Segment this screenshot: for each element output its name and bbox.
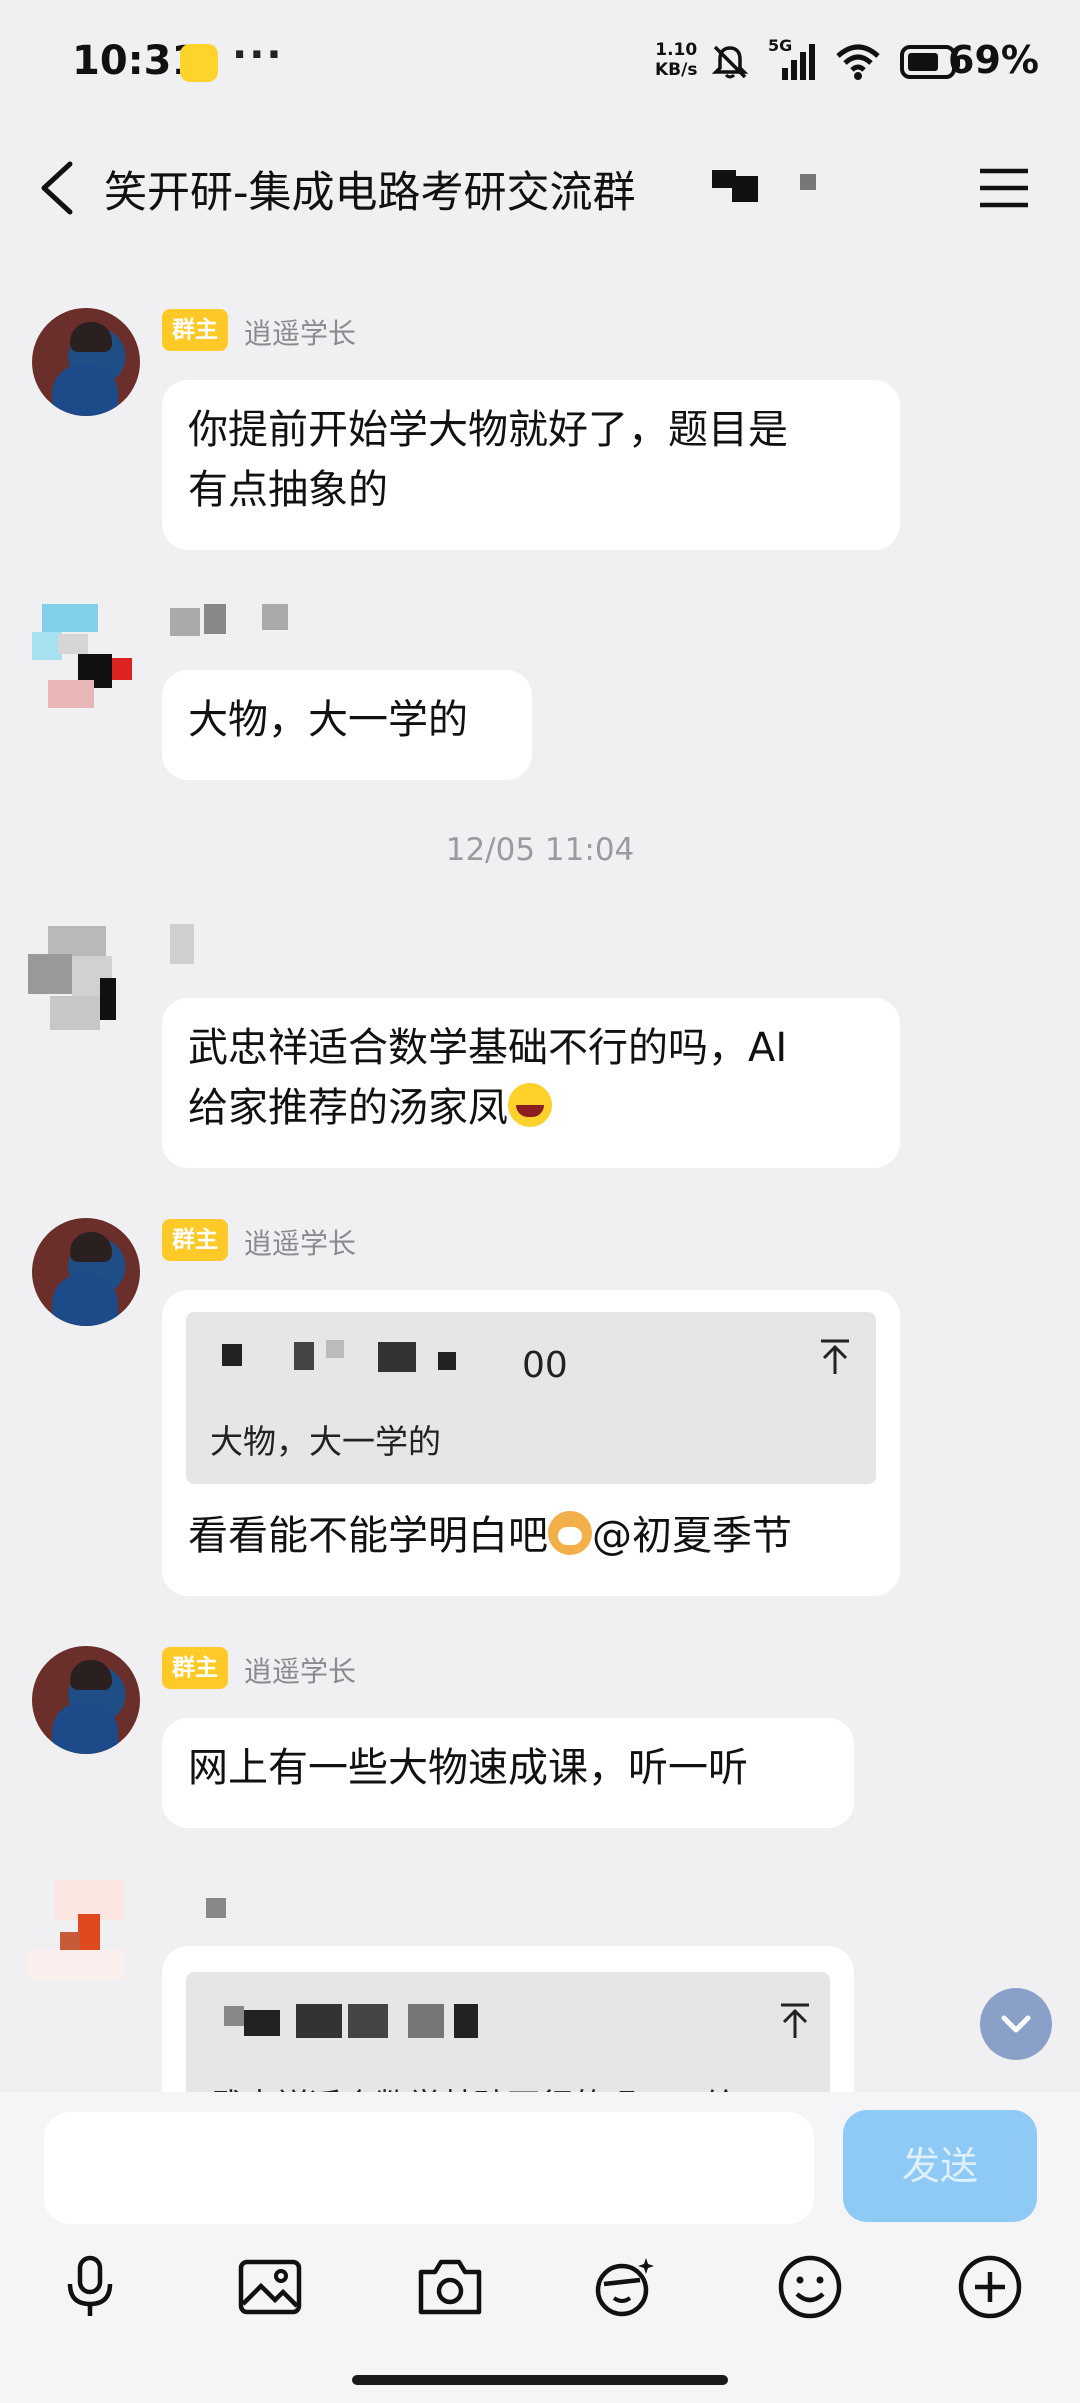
avatar-pixel — [48, 926, 106, 956]
message-text-line: 武忠祥适合数学基础不行的吗，AI — [188, 1025, 788, 1071]
send-button[interactable]: 发送 — [843, 2110, 1037, 2222]
avatar-pixel — [78, 1914, 100, 1954]
sticker-icon[interactable] — [590, 2252, 660, 2322]
message-text-line: 你提前开始学大物就好了，题目是 — [188, 407, 788, 453]
network-speed-value: 1.10 — [655, 40, 698, 60]
avatar[interactable] — [28, 600, 136, 708]
message-timestamp: 12/05 11:04 — [445, 832, 635, 868]
image-icon[interactable] — [235, 2252, 305, 2322]
avatar-pixel — [58, 634, 88, 654]
composer: 发送 — [0, 2092, 1080, 2403]
avatar[interactable] — [28, 926, 136, 1034]
avatar-pixel — [28, 954, 72, 994]
avatar-hair — [70, 322, 112, 352]
avatar-pixel — [50, 996, 100, 1030]
avatar-pixel — [112, 658, 132, 680]
owner-badge: 群主 — [162, 1647, 228, 1689]
chevron-down-icon — [1001, 2015, 1031, 2033]
status-bar: 10:31 ··· 1.10 KB/s 5G 69% — [0, 0, 1080, 130]
avatar-pixel — [100, 978, 116, 1020]
more-notifications-icon: ··· — [232, 32, 284, 78]
sender-name[interactable]: 逍遥学长 — [244, 1650, 356, 1690]
quoted-message[interactable]: 00 大物，大一学的 — [186, 1312, 876, 1484]
avatar-hair — [70, 1232, 112, 1262]
home-indicator[interactable] — [352, 2375, 728, 2385]
message-text: 给家推荐的汤家凤 — [188, 1085, 508, 1131]
battery-percent: 69% — [948, 38, 1039, 82]
jump-to-message-icon[interactable] — [818, 1338, 852, 1376]
message-text-line-with-emoji: 看看能不能学明白吧 @初夏季节 — [188, 1506, 792, 1566]
microphone-icon[interactable] — [55, 2252, 125, 2322]
avatar[interactable] — [28, 1880, 136, 1988]
menu-button[interactable] — [978, 166, 1030, 210]
message-bubble[interactable]: 武忠祥适合数学基础不行的吗，AI 给家推荐的汤家凤 — [162, 998, 900, 1168]
avatar-body — [52, 1274, 118, 1326]
message-text-line-with-emoji: 给家推荐的汤家凤 — [188, 1078, 874, 1138]
sender-name[interactable]: 逍遥学长 — [244, 1222, 356, 1262]
chat-header: 笑开研-集成电路考研交流群 — [0, 130, 1080, 245]
emoji-icon[interactable] — [775, 2252, 845, 2322]
message-bubble[interactable]: 00 大物，大一学的 看看能不能学明白吧 @初夏季节 — [162, 1290, 900, 1596]
message-input[interactable] — [44, 2112, 814, 2224]
message-text: 看看能不能学明白吧 — [188, 1513, 548, 1559]
redacted-title-suffix — [704, 164, 854, 214]
avatar[interactable] — [32, 1646, 140, 1754]
message-text-line: 有点抽象的 — [188, 467, 388, 513]
redacted-sender-name — [170, 924, 194, 964]
status-icons: 5G — [710, 36, 962, 84]
owner-badge: 群主 — [162, 309, 228, 351]
jump-to-message-icon[interactable] — [778, 2002, 812, 2040]
mute-icon — [711, 45, 749, 79]
avatar-pixel — [42, 604, 98, 632]
app-notification-icon — [180, 44, 218, 82]
dog-emoji-icon — [548, 1511, 592, 1555]
avatar-pixel — [28, 1950, 124, 1980]
message-text-line: 大物，大一学的 — [188, 697, 468, 743]
sender-name[interactable]: 逍遥学长 — [244, 312, 356, 352]
back-button[interactable] — [34, 160, 84, 216]
signal-icon — [782, 44, 815, 80]
signal-5g: 5G — [768, 36, 816, 82]
redacted-quote-sender — [224, 2000, 504, 2040]
owner-badge: 群主 — [162, 1219, 228, 1261]
redacted-quote-sender — [222, 1338, 542, 1378]
chat-title[interactable]: 笑开研-集成电路考研交流群 — [104, 158, 656, 220]
message-bubble[interactable]: 大物，大一学的 — [162, 670, 532, 780]
avatar-pixel — [48, 680, 94, 708]
scroll-to-bottom-button[interactable] — [980, 1988, 1052, 2060]
plus-icon[interactable] — [955, 2252, 1025, 2322]
redacted-sender-name — [170, 604, 300, 640]
redacted-sender-name — [206, 1898, 226, 1918]
laughing-emoji-icon — [508, 1083, 552, 1127]
avatar-body — [52, 364, 118, 416]
avatar[interactable] — [32, 308, 140, 416]
message-bubble[interactable]: 网上有一些大物速成课，听一听 — [162, 1718, 854, 1828]
avatar[interactable] — [32, 1218, 140, 1326]
network-speed: 1.10 KB/s — [655, 40, 697, 80]
message-bubble[interactable]: 你提前开始学大物就好了，题目是 有点抽象的 — [162, 380, 900, 550]
network-speed-unit: KB/s — [655, 60, 698, 80]
avatar-hair — [70, 1660, 112, 1690]
avatar-body — [52, 1702, 118, 1754]
camera-icon[interactable] — [415, 2252, 485, 2322]
mention-link[interactable]: @初夏季节 — [592, 1513, 792, 1559]
message-text-line: 网上有一些大物速成课，听一听 — [188, 1745, 748, 1791]
quote-text: 大物，大一学的 — [210, 1422, 441, 1461]
wifi-icon — [836, 44, 880, 80]
quote-sender-suffix: 00 — [522, 1345, 568, 1386]
composer-toolbar — [0, 2252, 1080, 2332]
